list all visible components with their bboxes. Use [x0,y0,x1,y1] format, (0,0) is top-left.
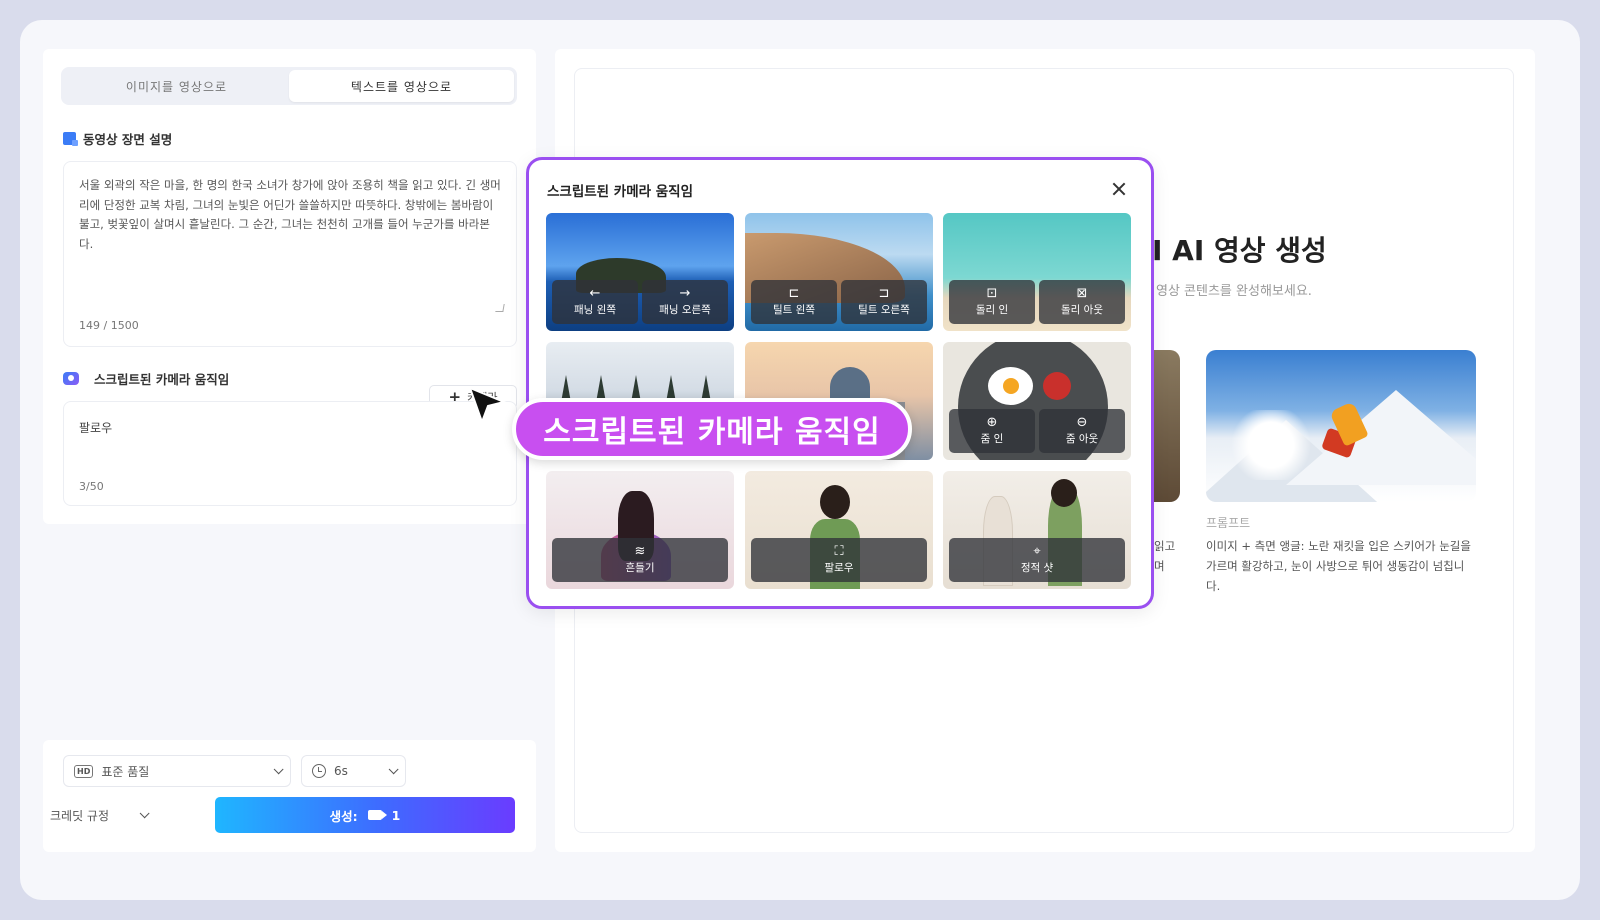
scene-description-input[interactable]: 서울 외곽의 작은 마을, 한 명의 한국 소녀가 창가에 앉아 조용히 책을 … [63,161,517,347]
generate-label: 생성: [329,808,358,824]
zoom-in-option[interactable]: ⊕ 줌 인 [949,409,1035,453]
dolly-in-icon: ⊡ [986,286,998,301]
arrow-right-icon: → [679,286,691,301]
dolly-in-option[interactable]: ⊡ 돌리 인 [949,280,1035,324]
camera-movement-input[interactable]: 팔로우 3/50 [63,401,517,506]
shake-option[interactable]: ≋ 흔들기 [552,538,728,582]
example-image-skier[interactable] [1206,350,1476,502]
follow-option[interactable]: ⛶ 팔로우 [751,538,927,582]
duration-value: 6s [334,764,348,778]
prompt-text: 이미지 + 측면 앵글: 노란 재킷을 입은 스키어가 눈길을 가르며 활강하고… [1206,539,1471,593]
chevron-down-icon [273,763,284,774]
quality-value: 표준 품질 [101,764,150,779]
document-edit-icon [63,132,78,146]
ai-video-title: I AI 영상 생성 [1152,234,1327,267]
prompt-fragment: 읽고 며 [1154,539,1176,573]
scene-section-title: 동영상 장면 설명 [63,129,172,148]
example-image-partial[interactable] [1152,350,1180,502]
frame-corners-icon: ⛶ [834,544,844,559]
tilt-right-icon: ⊐ [878,286,890,301]
shake-label: 흔들기 [625,562,655,574]
option-card-shake: ≋ 흔들기 [546,471,734,589]
option-card-panning: ← 패닝 왼쪽 → 패닝 오른쪽 [546,213,734,331]
option-card-dolly: ⊡ 돌리 인 ⊠ 돌리 아웃 [943,213,1131,331]
feature-callout: 스크립트된 카메라 움직임 [512,398,912,460]
close-icon[interactable] [1110,180,1128,198]
pan-right-option[interactable]: → 패닝 오른쪽 [642,280,728,324]
chevron-down-icon [388,763,399,774]
tilt-right-label: 틸트 오른쪽 [858,304,910,316]
camera-icon [63,372,79,385]
generation-controls: HD 표준 품질 6s [43,740,536,852]
scene-description-text: 서울 외곽의 작은 마을, 한 명의 한국 소녀가 창가에 앉아 조용히 책을 … [79,178,501,251]
tilt-left-label: 틸트 왼쪽 [773,304,815,316]
generate-button[interactable]: 생성: 1 [215,797,515,833]
option-card-static: ⌖ 정적 샷 [943,471,1131,589]
left-panel: 이미지를 영상으로 텍스트를 영상으로 동영상 장면 설명 서울 외곽의 작은 … [43,49,536,524]
modal-title: 스크립트된 카메라 움직임 [547,184,694,200]
static-shot-option[interactable]: ⌖ 정적 샷 [949,538,1125,582]
pan-right-label: 패닝 오른쪽 [659,304,711,316]
camera-section-title: 스크립트된 카메라 움직임 [63,369,229,388]
scene-title-text: 동영상 장면 설명 [83,132,173,147]
mode-tabs: 이미지를 영상으로 텍스트를 영상으로 [61,67,517,105]
zoom-out-icon: ⊖ [1076,415,1088,430]
zoom-in-icon: ⊕ [986,415,998,430]
clock-icon [312,764,326,778]
option-card-follow: ⛶ 팔로우 [745,471,933,589]
pan-left-label: 패닝 왼쪽 [574,304,616,316]
dolly-out-label: 돌리 아웃 [1061,304,1103,316]
camera-title-text: 스크립트된 카메라 움직임 [94,372,230,387]
tilt-right-option[interactable]: ⊐ 틸트 오른쪽 [841,280,927,324]
follow-label: 팔로우 [824,562,854,574]
dolly-out-icon: ⊠ [1076,286,1088,301]
mouse-pointer-icon [468,386,508,425]
dolly-in-label: 돌리 인 [975,304,1009,316]
zoom-in-label: 줌 인 [980,433,1004,445]
tilt-left-icon: ⊏ [788,286,800,301]
tab-text-to-video[interactable]: 텍스트를 영상으로 [289,70,514,102]
shake-icon: ≋ [634,544,646,559]
prompt-label: 프롬프트 [1206,516,1251,530]
resize-handle-icon[interactable] [495,304,505,312]
camera-char-counter: 3/50 [79,480,104,493]
pan-left-option[interactable]: ← 패닝 왼쪽 [552,280,638,324]
credit-policy-label: 크레딧 규정 [50,809,110,823]
credit-policy-dropdown[interactable]: 크레딧 규정 [50,807,150,824]
arrow-left-icon: ← [589,286,601,301]
dolly-out-option[interactable]: ⊠ 돌리 아웃 [1039,280,1125,324]
video-camera-icon [367,810,387,820]
crosshair-icon: ⌖ [1033,544,1041,559]
duration-select[interactable]: 6s [301,755,406,787]
camera-movement-modal: 스크립트된 카메라 움직임 ← 패닝 왼쪽 → 패닝 오른쪽 ⊏ 틸트 왼쪽 ⊐… [526,157,1154,609]
tab-image-to-video[interactable]: 이미지를 영상으로 [64,70,289,102]
tilt-left-option[interactable]: ⊏ 틸트 왼쪽 [751,280,837,324]
generate-cost: 1 [391,807,401,823]
option-card-tilt: ⊏ 틸트 왼쪽 ⊐ 틸트 오른쪽 [745,213,933,331]
zoom-out-label: 줌 아웃 [1065,433,1099,445]
camera-movement-value: 팔로우 [79,421,113,435]
scene-char-counter: 149 / 1500 [79,319,139,332]
option-card-zoom: ⊕ 줌 인 ⊖ 줌 아웃 [943,342,1131,460]
static-shot-label: 정적 샷 [1020,562,1054,574]
quality-select[interactable]: HD 표준 품질 [63,755,291,787]
ai-video-subtitle: 영상 콘텐츠를 완성해보세요. [1156,284,1312,299]
zoom-out-option[interactable]: ⊖ 줌 아웃 [1039,409,1125,453]
hd-icon: HD [74,764,94,778]
